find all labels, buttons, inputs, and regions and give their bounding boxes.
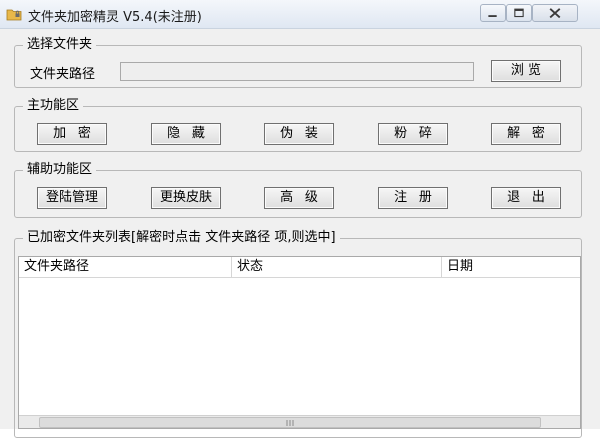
encrypted-folder-list[interactable]: 文件夹路径 状态 日期 bbox=[18, 256, 581, 429]
horizontal-scrollbar[interactable] bbox=[19, 415, 580, 428]
register-button[interactable]: 注册 bbox=[378, 187, 448, 209]
title-bar[interactable]: 文件夹加密精灵 V5.4(未注册) bbox=[0, 0, 600, 29]
main-functions-group-label: 主功能区 bbox=[23, 98, 84, 114]
scrollbar-thumb[interactable] bbox=[39, 417, 541, 428]
disguise-button[interactable]: 伪装 bbox=[264, 123, 334, 145]
select-folder-group-label: 选择文件夹 bbox=[23, 37, 97, 53]
window-title: 文件夹加密精灵 V5.4(未注册) bbox=[28, 10, 202, 25]
shred-button[interactable]: 粉碎 bbox=[378, 123, 448, 145]
login-manage-button[interactable]: 登陆管理 bbox=[37, 187, 107, 209]
close-button[interactable] bbox=[532, 4, 578, 22]
column-header-status[interactable]: 状态 bbox=[232, 257, 442, 277]
folder-lock-icon bbox=[6, 9, 22, 21]
minimize-icon bbox=[488, 15, 497, 17]
list-header: 文件夹路径 状态 日期 bbox=[19, 257, 580, 278]
aux-functions-group-label: 辅助功能区 bbox=[23, 162, 97, 178]
column-header-folder-path[interactable]: 文件夹路径 bbox=[19, 257, 232, 277]
folder-path-label: 文件夹路径 bbox=[30, 67, 96, 82]
close-icon bbox=[549, 8, 561, 19]
column-header-date[interactable]: 日期 bbox=[442, 257, 580, 277]
change-skin-button[interactable]: 更换皮肤 bbox=[151, 187, 221, 209]
folder-path-input[interactable] bbox=[120, 62, 474, 81]
app-window: 文件夹加密精灵 V5.4(未注册) 选择文件夹 文件夹路径 浏 览 主功能区 加… bbox=[0, 0, 600, 438]
exit-button[interactable]: 退出 bbox=[491, 187, 561, 209]
encrypt-button[interactable]: 加密 bbox=[37, 123, 107, 145]
decrypt-button[interactable]: 解密 bbox=[491, 123, 561, 145]
grip-icon bbox=[286, 420, 294, 426]
browse-button[interactable]: 浏 览 bbox=[491, 60, 561, 82]
maximize-icon bbox=[514, 8, 524, 18]
hide-button[interactable]: 隐藏 bbox=[151, 123, 221, 145]
minimize-button[interactable] bbox=[480, 4, 506, 22]
encrypted-list-group-label: 已加密文件夹列表[解密时点击 文件夹路径 项,则选中] bbox=[23, 230, 340, 246]
maximize-button[interactable] bbox=[506, 4, 532, 22]
advanced-button[interactable]: 高级 bbox=[264, 187, 334, 209]
